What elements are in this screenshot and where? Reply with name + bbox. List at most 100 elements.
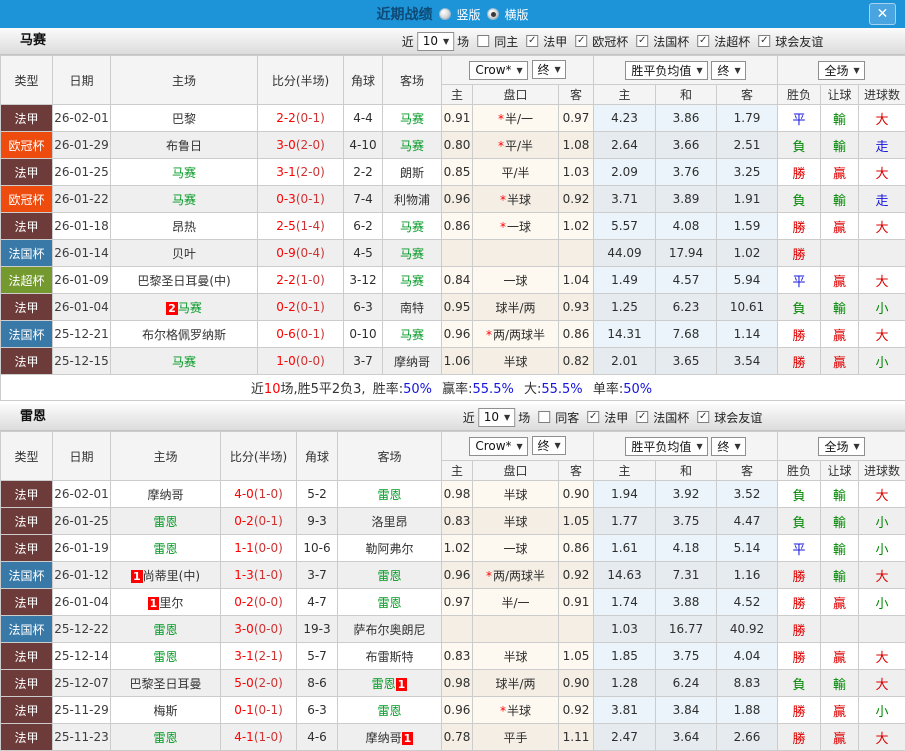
competition-badge: 法超杯: [1, 267, 53, 294]
score-cell: 1-1(0-0): [221, 535, 297, 562]
scope-select[interactable]: 全场▼: [818, 437, 864, 456]
league-checkbox-coupe[interactable]: [636, 411, 648, 423]
competition-badge: 法甲: [1, 697, 53, 724]
summary-tail: 场,胜5平2负3,: [280, 382, 365, 397]
games-label: 场: [457, 33, 469, 50]
league-checkbox-supercup[interactable]: [697, 35, 709, 47]
match-count-select[interactable]: 10 ▼: [478, 408, 515, 427]
result-handicap-cell: 贏: [821, 724, 859, 751]
radio-horizontal-layout[interactable]: [487, 8, 499, 20]
close-icon: ✕: [877, 6, 889, 22]
league-checkbox-coupe[interactable]: [636, 35, 648, 47]
home-team-cell: 马赛: [111, 159, 258, 186]
match-row: 法甲25-12-15马赛1-0(0-0)3-7摩纳哥1.06半球0.822.01…: [1, 348, 905, 375]
avg-away-odds-cell: 1.14: [717, 321, 778, 348]
away-team-cell: 南特: [383, 294, 442, 321]
competition-badge: 法甲: [1, 294, 53, 321]
avg-draw-odds-cell: 3.86: [656, 105, 717, 132]
near-label: 近: [463, 409, 475, 426]
avg-away-odds-cell: 4.52: [717, 589, 778, 616]
star-mark: *: [500, 193, 506, 207]
score-cell: 2-5(1-4): [258, 213, 344, 240]
home-team-cell: 贝叶: [111, 240, 258, 267]
filters-marseille: 近 10 ▼ 场 同主 法甲 欧冠杯 法国杯 法超杯 球会友谊: [402, 28, 824, 54]
league-label-supercup[interactable]: 法超杯: [714, 33, 750, 50]
score-cell: 2-2(0-1): [258, 105, 344, 132]
scope-select[interactable]: 全场▼: [818, 61, 864, 80]
away-odds-cell: 1.08: [559, 132, 594, 159]
league-label-friendly[interactable]: 球会友谊: [714, 409, 762, 426]
league-checkbox-friendly[interactable]: [697, 411, 709, 423]
summary-winrate-value: 50%: [403, 382, 432, 397]
same-venue-checkbox[interactable]: [538, 411, 550, 423]
league-checkbox-ligue1[interactable]: [587, 411, 599, 423]
bookmaker-select[interactable]: Crow*▼: [469, 437, 527, 456]
home-odds-cell: 0.80: [442, 132, 473, 159]
avg-draw-odds-cell: 3.65: [656, 348, 717, 375]
home-team-cell: 雷恩: [111, 616, 221, 643]
col-result-handicap: 让球: [821, 85, 859, 105]
avg-home-odds-cell: 1.77: [594, 508, 656, 535]
full-score: 1-0: [276, 354, 296, 368]
handicap-text: 半/一: [505, 112, 533, 126]
league-checkbox-friendly[interactable]: [758, 35, 770, 47]
match-row: 法甲26-02-01巴黎2-2(0-1)4-4马赛0.91*半/一0.974.2…: [1, 105, 905, 132]
full-score: 0-6: [276, 327, 296, 341]
league-label-friendly[interactable]: 球会友谊: [775, 33, 823, 50]
final-avg-select[interactable]: 终▼: [711, 437, 745, 456]
away-odds-cell: 0.92: [559, 186, 594, 213]
league-label-ligue1[interactable]: 法甲: [604, 409, 628, 426]
match-row: 法甲25-11-23雷恩4-1(1-0)4-6摩纳哥10.78平手1.112.4…: [1, 724, 905, 751]
result-wdl-cell: 勝: [778, 562, 821, 589]
league-checkbox-ligue1[interactable]: [526, 35, 538, 47]
col-date: 日期: [53, 56, 111, 105]
chevron-down-icon: ▼: [696, 66, 702, 75]
home-odds-cell: 0.86: [442, 213, 473, 240]
avg-odds-select[interactable]: 胜平负均值▼: [625, 61, 707, 80]
result-goals-cell: 大: [859, 481, 905, 508]
col-home: 主场: [111, 432, 221, 481]
same-venue-label[interactable]: 同主: [494, 33, 518, 50]
away-team-cell: 马赛: [383, 213, 442, 240]
away-odds-cell: 1.05: [559, 643, 594, 670]
league-label-coupe[interactable]: 法国杯: [653, 409, 689, 426]
result-handicap-cell: [821, 616, 859, 643]
home-team-cell: 巴黎圣日耳曼(中): [111, 267, 258, 294]
radio-vertical-layout[interactable]: [438, 8, 450, 20]
same-venue-label[interactable]: 同客: [555, 409, 579, 426]
odds-group-header: Crow*▼ 终▼: [442, 56, 594, 85]
avg-away-odds-cell: 5.94: [717, 267, 778, 294]
same-venue-checkbox[interactable]: [477, 35, 489, 47]
bookmaker-select[interactable]: Crow*▼: [469, 61, 527, 80]
home-odds-cell: 0.85: [442, 159, 473, 186]
handicap-cell: *半球: [473, 186, 559, 213]
half-score: (2-0): [296, 165, 325, 179]
match-date: 26-01-18: [53, 213, 111, 240]
league-label-ucl[interactable]: 欧冠杯: [592, 33, 628, 50]
avg-home-odds-cell: 2.47: [594, 724, 656, 751]
home-odds-cell: 0.84: [442, 267, 473, 294]
avg-draw-odds-cell: 17.94: [656, 240, 717, 267]
result-goals-cell: 大: [859, 670, 905, 697]
match-count-select[interactable]: 10 ▼: [417, 32, 454, 51]
match-date: 26-01-09: [53, 267, 111, 294]
radio-horizontal-label[interactable]: 横版: [505, 6, 529, 23]
avg-odds-select[interactable]: 胜平负均值▼: [625, 437, 707, 456]
final-odds-select[interactable]: 终▼: [532, 436, 566, 455]
radio-vertical-label[interactable]: 竖版: [456, 6, 480, 23]
score-cell: 0-3(0-1): [258, 186, 344, 213]
match-date: 25-12-22: [53, 616, 111, 643]
avg-away-odds-cell: 4.47: [717, 508, 778, 535]
final-odds-select[interactable]: 终▼: [532, 60, 566, 79]
match-date: 25-12-15: [53, 348, 111, 375]
final-avg-select[interactable]: 终▼: [711, 61, 745, 80]
close-button[interactable]: ✕: [869, 3, 896, 25]
league-label-ligue1[interactable]: 法甲: [543, 33, 567, 50]
home-team-name: 马赛: [178, 301, 202, 315]
avg-away-odds-cell: 2.51: [717, 132, 778, 159]
league-checkbox-ucl[interactable]: [575, 35, 587, 47]
full-score: 1-3: [234, 568, 254, 582]
league-label-coupe[interactable]: 法国杯: [653, 33, 689, 50]
competition-badge: 法甲: [1, 159, 53, 186]
handicap-text: 两/两球半: [493, 328, 545, 342]
